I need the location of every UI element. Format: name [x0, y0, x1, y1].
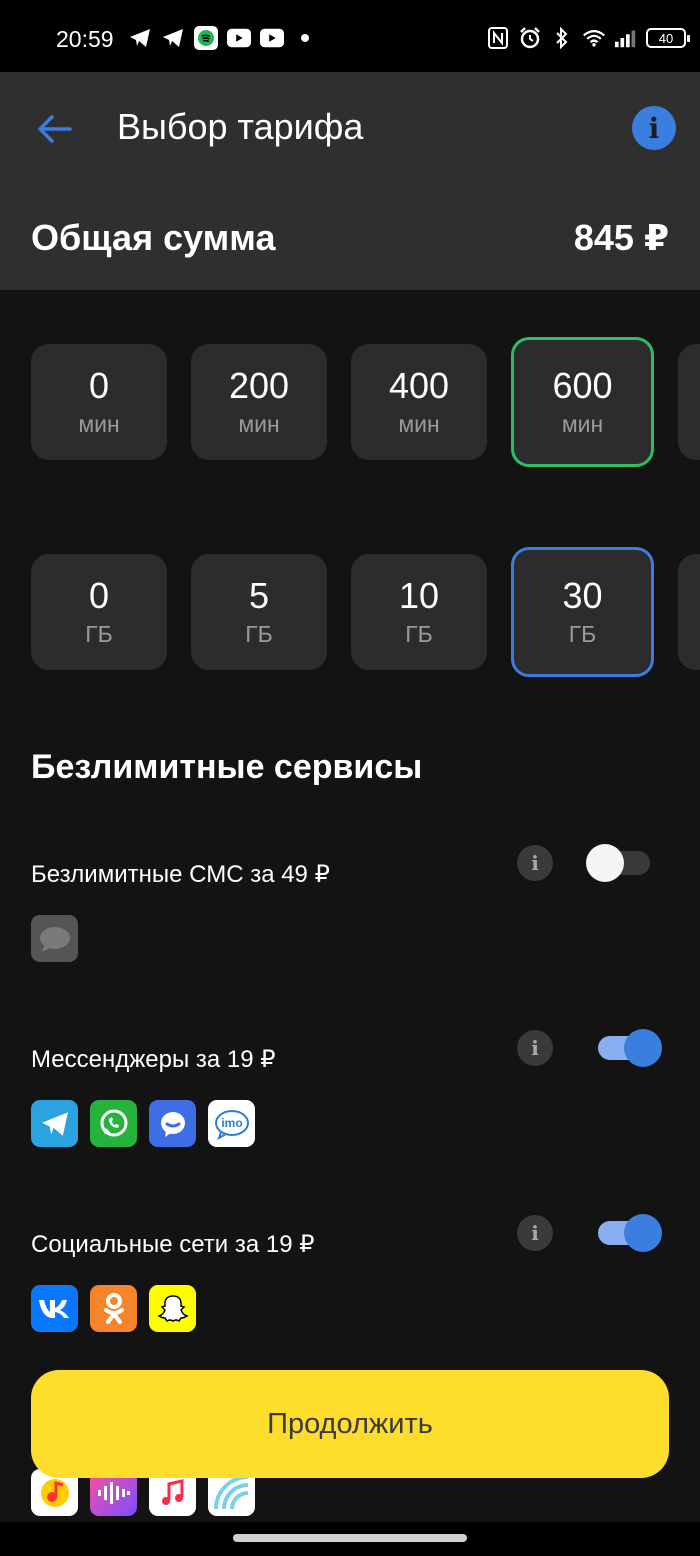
data-unit: ГБ	[405, 621, 433, 648]
youtube-icon	[227, 26, 251, 50]
gesture-handle[interactable]	[233, 1534, 467, 1542]
wifi-icon	[582, 26, 606, 50]
data-unit: ГБ	[85, 621, 113, 648]
back-button[interactable]	[32, 106, 78, 152]
data-option[interactable]: 5 ГБ	[191, 554, 327, 670]
minutes-value: 400	[388, 364, 450, 406]
data-value: 10	[398, 574, 440, 616]
snapchat-icon	[149, 1285, 196, 1332]
minutes-unit: мин	[561, 411, 604, 438]
data-option[interactable]: 0 ГБ	[31, 554, 167, 670]
service-label: Безлимитные СМС за 49 ₽	[31, 861, 330, 888]
status-time: 20:59	[56, 26, 114, 52]
navigation-bar	[0, 1522, 700, 1556]
data-option-selected[interactable]: 30 ГБ	[511, 547, 654, 677]
service-apps	[31, 1285, 671, 1332]
page-title: Выбор тарифа	[117, 106, 364, 147]
info-icon: i	[648, 111, 660, 145]
dot-icon	[293, 26, 317, 50]
info-icon: i	[531, 1036, 539, 1060]
telegram-icon	[161, 26, 185, 50]
spotify-icon	[194, 26, 218, 50]
total-value: 845 ₽	[573, 217, 669, 258]
bluetooth-icon	[550, 26, 574, 50]
telegram-icon	[128, 26, 152, 50]
minutes-value: 200	[228, 364, 290, 406]
imo-logo-text: imo	[221, 1116, 242, 1130]
vk-icon	[31, 1285, 78, 1332]
header: Выбор тарифа i Общая сумма 845 ₽	[0, 72, 700, 290]
toggle-knob	[624, 1029, 662, 1067]
whatsapp-icon	[90, 1100, 137, 1147]
minutes-selector: 0 мин 200 мин 400 мин 600 мин	[31, 337, 700, 467]
minutes-option[interactable]: 200 мин	[191, 344, 327, 460]
service-info-button[interactable]: i	[517, 845, 553, 881]
service-messengers: Мессенджеры за 19 ₽ i imo	[31, 1029, 671, 1147]
minutes-option[interactable]: 400 мин	[351, 344, 487, 460]
info-button[interactable]: i	[632, 106, 676, 150]
minutes-value: 0	[88, 364, 110, 406]
data-unit: ГБ	[568, 621, 597, 648]
total-label: Общая сумма	[31, 217, 276, 258]
service-toggle[interactable]	[586, 842, 662, 884]
odnoklassniki-icon	[90, 1285, 137, 1332]
minutes-unit: мин	[238, 411, 280, 438]
data-selector: 0 ГБ 5 ГБ 10 ГБ 30 ГБ	[31, 547, 700, 677]
service-toggle[interactable]	[586, 1027, 662, 1069]
service-apps: imo	[31, 1100, 671, 1147]
service-label: Мессенджеры за 19 ₽	[31, 1046, 276, 1073]
data-value: 5	[248, 574, 270, 616]
service-social: Социальные сети за 19 ₽ i	[31, 1214, 671, 1332]
service-apps	[31, 915, 671, 962]
signal-icon	[614, 26, 638, 50]
system-icons: 40	[486, 26, 690, 50]
service-info-button[interactable]: i	[517, 1215, 553, 1251]
section-title: Безлимитные сервисы	[31, 748, 423, 786]
service-label: Социальные сети за 19 ₽	[31, 1231, 315, 1258]
youtube-icon	[260, 26, 284, 50]
minutes-value: 600	[552, 364, 613, 406]
alarm-icon	[518, 26, 542, 50]
imo-icon: imo	[208, 1100, 255, 1147]
data-unit: ГБ	[245, 621, 273, 648]
sms-icon	[31, 915, 78, 962]
data-value: 0	[88, 574, 110, 616]
minutes-unit: мин	[78, 411, 120, 438]
minutes-option-next[interactable]	[678, 344, 700, 460]
info-icon: i	[531, 1221, 539, 1245]
arrow-left-icon	[38, 115, 72, 143]
info-icon: i	[531, 851, 539, 875]
messenger-icon	[149, 1100, 196, 1147]
minutes-option-selected[interactable]: 600 мин	[511, 337, 654, 467]
notification-icons	[128, 26, 317, 50]
service-toggle[interactable]	[586, 1212, 662, 1254]
continue-button[interactable]: Продолжить	[31, 1370, 669, 1478]
toggle-knob	[624, 1214, 662, 1252]
nfc-icon	[486, 26, 510, 50]
telegram-icon	[31, 1100, 78, 1147]
status-bar: 20:59 40	[0, 0, 700, 72]
minutes-unit: мин	[398, 411, 440, 438]
service-sms: Безлимитные СМС за 49 ₽ i	[31, 844, 671, 962]
battery-indicator: 40	[646, 28, 690, 48]
data-option-next[interactable]	[678, 554, 700, 670]
data-option[interactable]: 10 ГБ	[351, 554, 487, 670]
minutes-option[interactable]: 0 мин	[31, 344, 167, 460]
toggle-knob	[586, 844, 624, 882]
service-info-button[interactable]: i	[517, 1030, 553, 1066]
data-value: 30	[562, 574, 603, 616]
